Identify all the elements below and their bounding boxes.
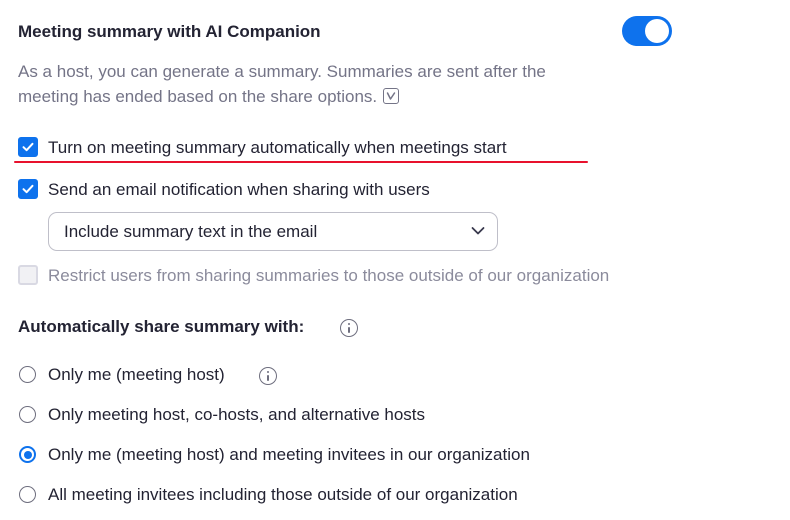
select-value: Include summary text in the email [64,222,318,241]
share-option-label[interactable]: Only meeting host, co-hosts, and alterna… [48,405,425,425]
share-radio-hosts[interactable] [19,406,36,423]
email-notification-checkbox[interactable] [18,179,38,199]
auto-start-checkbox[interactable] [18,137,38,157]
section-description: As a host, you can generate a summary. S… [18,59,598,109]
share-section-title: Automatically share summary with: [18,317,305,336]
email-notification-label[interactable]: Send an email notification when sharing … [48,180,430,200]
toggle-knob [645,19,669,43]
restrict-sharing-label: Restrict users from sharing summaries to… [48,266,610,285]
highlight-underline [14,161,588,163]
section-title: Meeting summary with AI Companion [18,22,321,41]
description-text: As a host, you can generate a summary. S… [18,62,546,106]
info-icon[interactable] [259,367,277,385]
share-radio-org-invitees[interactable] [19,446,36,463]
share-option-label[interactable]: Only me (meeting host) [48,365,225,385]
restrict-sharing-checkbox[interactable] [18,265,38,285]
auto-start-label[interactable]: Turn on meeting summary automatically wh… [48,138,507,158]
share-radio-all-invitees[interactable] [19,486,36,503]
share-radio-only-me[interactable] [19,366,36,383]
ai-companion-icon [383,88,400,104]
share-option-label[interactable]: Only me (meeting host) and meeting invit… [48,445,530,465]
info-icon[interactable] [340,319,358,337]
share-option-label[interactable]: All meeting invitees including those out… [48,485,518,505]
chevron-down-icon [471,227,485,235]
ai-summary-toggle[interactable] [622,16,672,46]
email-content-select[interactable]: Include summary text in the email [48,212,498,251]
